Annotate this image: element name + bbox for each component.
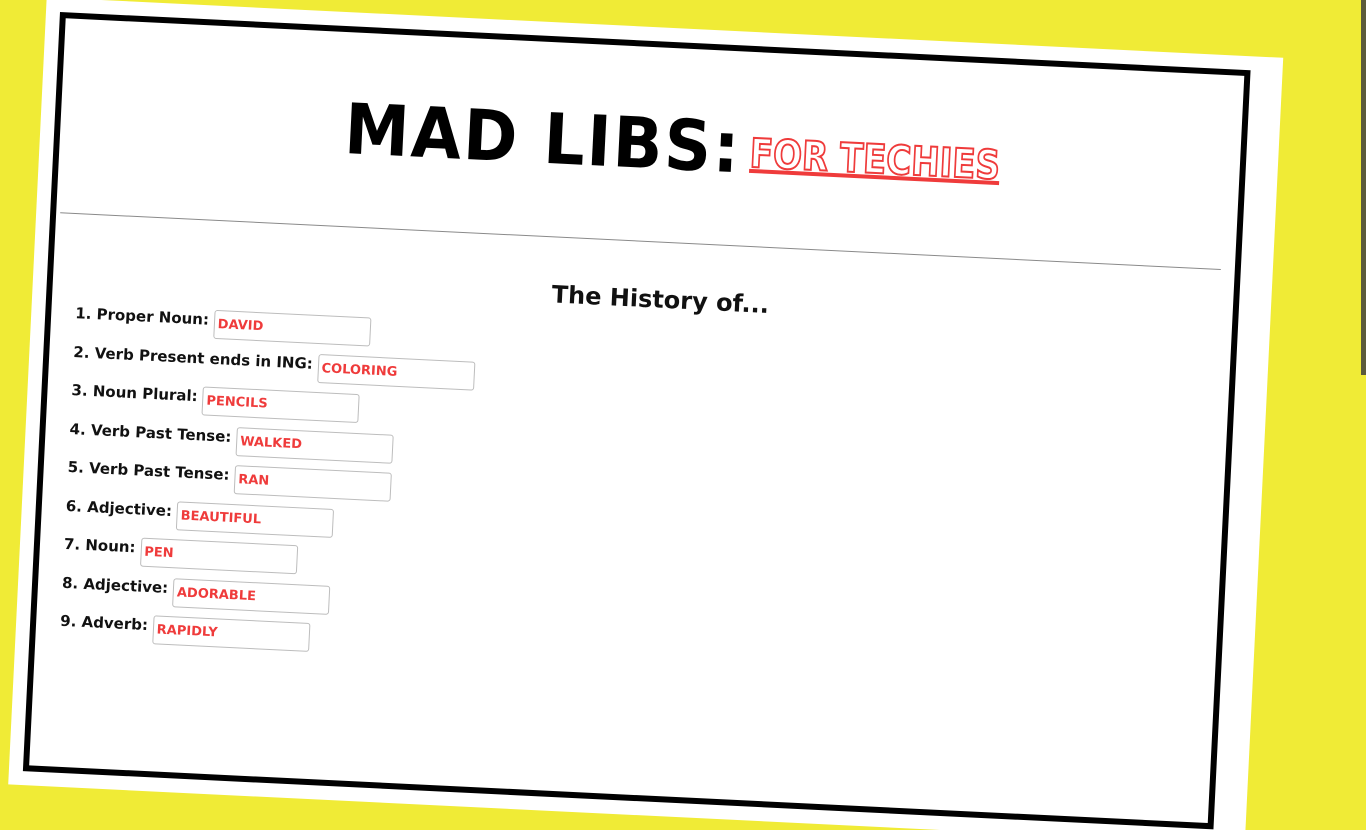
window-edge [1361, 0, 1366, 375]
field-label: 7. Noun: [63, 534, 136, 557]
title-subtitle: FOR TECHIES [748, 130, 1002, 190]
field-label: 8. Adjective: [61, 573, 169, 597]
field-label: 3. Noun Plural: [71, 381, 199, 406]
mad-libs-sheet: MAD LIBS: FOR TECHIES The History of... … [22, 12, 1269, 830]
field-label: 1. Proper Noun: [74, 304, 210, 329]
field-label: 6. Adjective: [65, 496, 173, 520]
field-label: 9. Adverb: [59, 611, 149, 635]
word-fields: 1. Proper Noun: 2. Verb Present ends in … [59, 303, 477, 669]
